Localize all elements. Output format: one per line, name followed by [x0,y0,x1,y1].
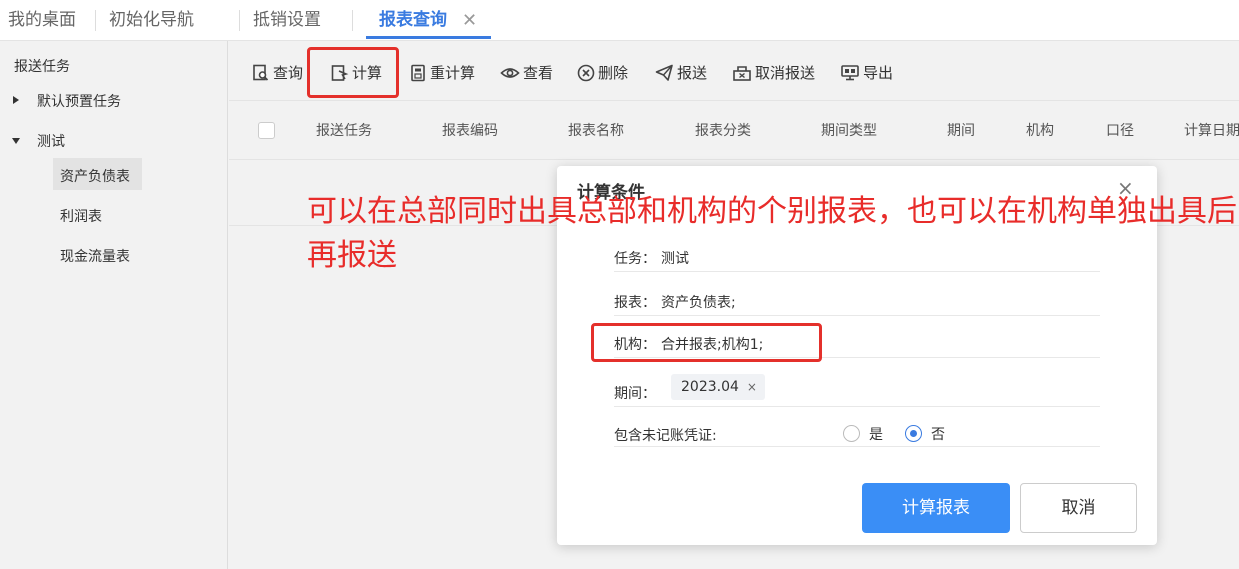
include-unposted-label: 包含未记账凭证: [614,428,717,444]
tab-report-query[interactable]: 报表查询 [379,0,447,41]
radio-no[interactable] [905,425,922,442]
tag-remove-icon[interactable]: × [747,380,757,394]
column-header[interactable]: 计算日期 [1184,102,1239,160]
cancel-submit-icon [733,66,751,81]
period-row: 期间： 2023.04 × [614,374,1100,407]
radio-yes-label: 是 [869,427,883,443]
sidebar-item-income-statement[interactable]: 利润表 [60,206,102,226]
tab-init-navigation[interactable]: 初始化导航 [109,0,194,41]
column-header[interactable]: 机构 [1026,102,1054,160]
delete-circle-x-icon [577,64,595,82]
tab-separator [95,10,96,31]
radio-yes[interactable] [843,425,860,442]
report-value: 资产负债表; [661,295,736,311]
tab-separator [239,10,240,31]
annotation-text: 可以在总部同时出具总部和机构的个别报表，也可以在机构单独出具后再报送 [307,194,1237,273]
report-label: 报表： [614,295,656,311]
eye-icon [500,68,520,78]
tab-close-icon[interactable]: ✕ [462,0,477,41]
tab-offset-settings[interactable]: 抵销设置 [253,0,321,41]
column-header[interactable]: 期间 [947,102,975,160]
collapse-down-icon[interactable] [12,138,20,144]
highlight-box-calculate [307,47,399,98]
table-header: 报送任务 报表编码 报表名称 报表分类 期间类型 期间 机构 口径 计算日期 [229,102,1239,160]
sidebar: 报送任务 默认预置任务 测试 资产负债表 利润表 现金流量表 [0,41,228,569]
column-header[interactable]: 口径 [1106,102,1134,160]
column-header[interactable]: 报表名称 [568,102,624,160]
sidebar-item-cash-flow[interactable]: 现金流量表 [60,246,130,266]
column-header[interactable]: 报表编码 [442,102,498,160]
period-label: 期间： [614,386,656,402]
cancel-button[interactable]: 取消 [1020,483,1137,533]
column-header[interactable]: 期间类型 [821,102,877,160]
delete-button[interactable]: 删除 [577,41,628,101]
recalculate-button[interactable]: 重计算 [409,41,475,101]
export-icon [841,65,859,81]
radio-no-label: 否 [931,427,945,443]
send-icon [655,64,673,81]
sidebar-header: 报送任务 [14,59,70,75]
report-row: 报表： 资产负债表; [614,292,1100,316]
submit-button[interactable]: 报送 [655,41,707,101]
expand-right-icon[interactable] [13,96,19,104]
cancel-submit-button[interactable]: 取消报送 [732,41,815,101]
column-header[interactable]: 报表分类 [695,102,751,160]
select-all-checkbox[interactable] [258,122,275,139]
sidebar-group-test[interactable]: 测试 [37,131,65,151]
include-unposted-row: 包含未记账凭证: 是 否 [614,425,1100,447]
top-tab-bar: 我的桌面 初始化导航 抵销设置 报表查询 ✕ [0,0,1239,41]
query-button[interactable]: 查询 [252,41,303,101]
tab-my-desktop[interactable]: 我的桌面 [8,0,76,41]
export-button[interactable]: 导出 [840,41,893,101]
tab-separator [352,10,353,31]
view-button[interactable]: 查看 [500,41,553,101]
column-header[interactable]: 报送任务 [316,102,372,160]
period-tag[interactable]: 2023.04 × [671,374,765,400]
active-tab-indicator [366,36,491,39]
sidebar-item-balance-sheet[interactable]: 资产负债表 [60,166,130,186]
highlight-box-org [591,323,822,362]
recalculate-icon [411,64,425,82]
sidebar-group-default-tasks[interactable]: 默认预置任务 [37,91,121,111]
calculate-report-button[interactable]: 计算报表 [862,483,1010,533]
query-icon [253,64,269,81]
